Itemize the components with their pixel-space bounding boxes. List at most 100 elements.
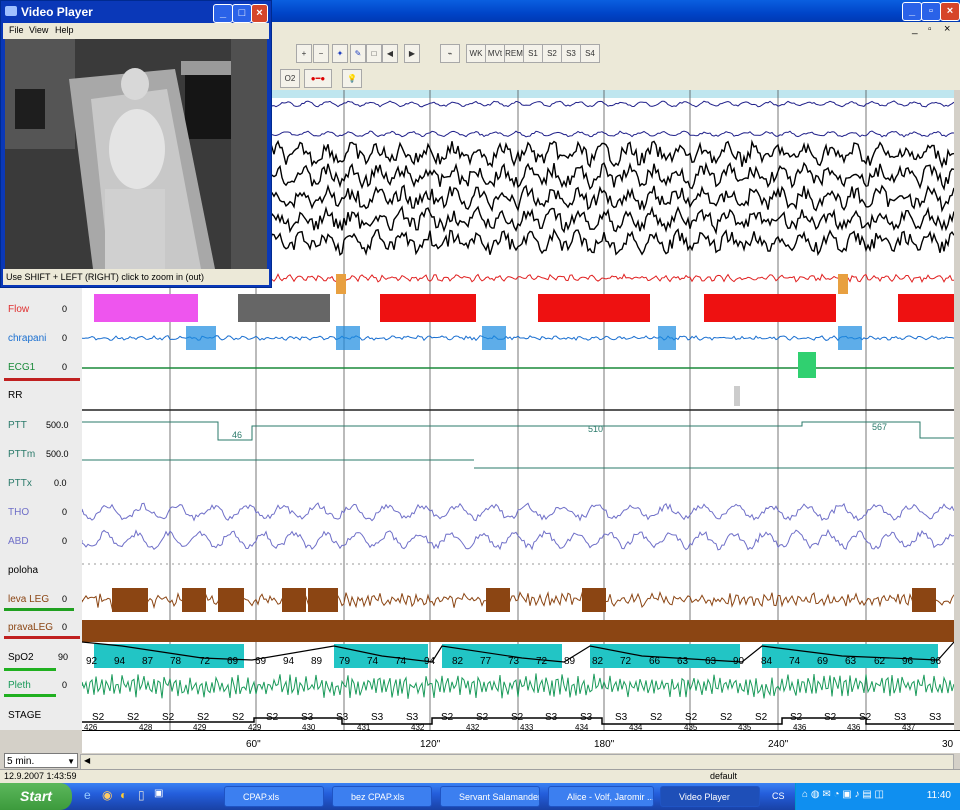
spo2-value-label: 74 (367, 656, 379, 667)
minimize-button[interactable]: _ (902, 2, 922, 21)
page-forward-button[interactable]: ▶ (404, 44, 420, 63)
channel-color-bar (4, 608, 74, 611)
channel-label-chrapani[interactable]: chrapani (8, 333, 46, 344)
horizontal-scrollbar[interactable]: ◀ (80, 754, 954, 770)
spo2-value-label: 72 (620, 656, 632, 667)
stage-label: S3 (580, 712, 593, 723)
channel-label-pleth[interactable]: Pleth (8, 680, 31, 691)
vertical-scrollbar[interactable] (954, 90, 960, 730)
channel-label-stage[interactable]: STAGE (8, 710, 41, 721)
restore-button[interactable]: ▫ (921, 2, 941, 21)
taskbar-item-video-player[interactable]: Video Player (660, 786, 760, 807)
snore-event (658, 326, 676, 350)
channel-color-bar (4, 378, 80, 381)
language-indicator[interactable]: CS (772, 791, 785, 801)
mdi-minimize-button[interactable]: _ (912, 24, 918, 35)
stage-label: S3 (929, 712, 942, 723)
stage-label: S3 (336, 712, 349, 723)
stage-s1-button[interactable]: S1 (523, 44, 543, 63)
epoch-label: 436 (793, 723, 807, 730)
spo2-value-label: 87 (142, 656, 154, 667)
video-frame[interactable] (5, 39, 267, 269)
select-tool-button[interactable]: □ (366, 44, 382, 63)
terminal-icon[interactable]: ▣ (154, 788, 163, 799)
page-back-button[interactable]: ◀ (382, 44, 398, 63)
stage-mvt-button[interactable]: MVt (485, 44, 505, 63)
video-player-window[interactable]: Video Player _ □ × File View Help Use SH… (0, 0, 272, 288)
channel-color-bar (4, 636, 80, 639)
stage-s2-button[interactable]: S2 (542, 44, 562, 63)
file-icon[interactable]: ▯ (138, 788, 145, 802)
rr-marker (734, 386, 740, 406)
stage-wk-button[interactable]: WK (466, 44, 486, 63)
taskbar-item-label: CPAP.xls (243, 792, 280, 802)
mdi-restore-button[interactable]: ▫ (928, 24, 932, 35)
taskbar-item-bez-cpap-xls[interactable]: bez CPAP.xls (332, 786, 432, 807)
spo2-value-label: 84 (761, 656, 773, 667)
video-minimize-button[interactable]: _ (213, 4, 233, 23)
firefox-icon[interactable]: ◉ (102, 788, 112, 802)
close-button[interactable]: × (940, 2, 960, 21)
toolbar-row-1: + − ✦ ✎ □ ◀ ▶ ⌁ WK MVt REM S1 S2 S3 S4 (270, 40, 960, 67)
scroll-left-arrow-icon[interactable]: ◀ (84, 756, 90, 765)
stage-label: S2 (755, 712, 768, 723)
start-button-label: Start (20, 788, 52, 804)
stage-s4-button[interactable]: S4 (580, 44, 600, 63)
channel-scale-pttx: 0.0 (54, 478, 67, 488)
zoom-out-button[interactable]: − (313, 44, 329, 63)
stage-rem-button[interactable]: REM (504, 44, 524, 63)
channel-label-rr[interactable]: RR (8, 390, 22, 401)
zoom-select[interactable]: 5 min. ▼ (4, 753, 78, 768)
main-menubar: _ ▫ × (270, 22, 960, 40)
stage-toolbar-icon[interactable]: ⌁ (440, 44, 460, 63)
channel-label-ptt[interactable]: PTT (8, 420, 27, 431)
channel-label-poloha[interactable]: poloha (8, 565, 38, 576)
taskbar-item-alice[interactable]: Alice - Volf, Jaromir ... (548, 786, 654, 807)
o2-event-button[interactable]: O2 (280, 69, 300, 88)
leg-burst (486, 588, 510, 612)
channel-label-abd[interactable]: ABD (8, 536, 29, 547)
video-menu-file[interactable]: File (9, 25, 24, 35)
stage-label: S2 (685, 712, 698, 723)
channel-label-ecg1[interactable]: ECG1 (8, 362, 35, 373)
stage-s3-button[interactable]: S3 (561, 44, 581, 63)
stage-label: S2 (511, 712, 524, 723)
mdi-close-button[interactable]: × (944, 23, 950, 35)
epoch-label: 432 (411, 723, 425, 730)
channel-label-pttm[interactable]: PTTm (8, 449, 35, 460)
lightbulb-icon[interactable]: 💡 (342, 69, 362, 88)
stage-label: S2 (441, 712, 454, 723)
channel-label-prava-leg[interactable]: pravaLEG (8, 622, 53, 633)
video-close-button[interactable]: × (251, 4, 268, 23)
ie-icon[interactable]: e (84, 788, 91, 802)
start-button[interactable]: Start (0, 783, 72, 810)
event-marker-button[interactable]: ●━● (304, 69, 332, 88)
epoch-label: 434 (629, 723, 643, 730)
zoom-in-button[interactable]: + (296, 44, 312, 63)
channel-label-pttx[interactable]: PTTx (8, 478, 32, 489)
video-maximize-button[interactable]: □ (232, 4, 252, 23)
channel-label-spo2[interactable]: SpO2 (8, 652, 34, 663)
channel-color-bar (4, 694, 56, 697)
stage-label: S2 (266, 712, 279, 723)
stage-label: S3 (371, 712, 384, 723)
stage-label: S2 (127, 712, 140, 723)
tray-icons[interactable]: ⌂ ◍ ✉ ◔ ▣ ♪ ▤ ◫ (802, 789, 884, 800)
taskbar-item-label: bez CPAP.xls (351, 792, 405, 802)
channel-label-flow[interactable]: Flow (8, 304, 29, 315)
spo2-value-label: 90 (733, 656, 745, 667)
cursor-tool-button[interactable]: ✦ (332, 44, 348, 63)
channel-scale-ptt: 500.0 (46, 420, 69, 430)
video-menu-help[interactable]: Help (55, 25, 74, 35)
time-axis: 60" 120" 180" 240" 30 (82, 730, 960, 755)
taskbar-item-cpap-xls[interactable]: CPAP.xls (224, 786, 324, 807)
pen-tool-button[interactable]: ✎ (350, 44, 366, 63)
status-bar: 12.9.2007 1:43:59 default (0, 769, 960, 784)
channel-label-tho[interactable]: THO (8, 507, 29, 518)
spo2-value-label: 73 (508, 656, 520, 667)
channel-label-leva-leg[interactable]: leva LEG (8, 594, 49, 605)
video-menu-view[interactable]: View (29, 25, 48, 35)
media-player-icon[interactable]: ◐ (120, 788, 127, 802)
channel-scale-leva-leg: 0 (62, 594, 68, 604)
taskbar-item-servant-salamander[interactable]: Servant Salamander (440, 786, 540, 807)
